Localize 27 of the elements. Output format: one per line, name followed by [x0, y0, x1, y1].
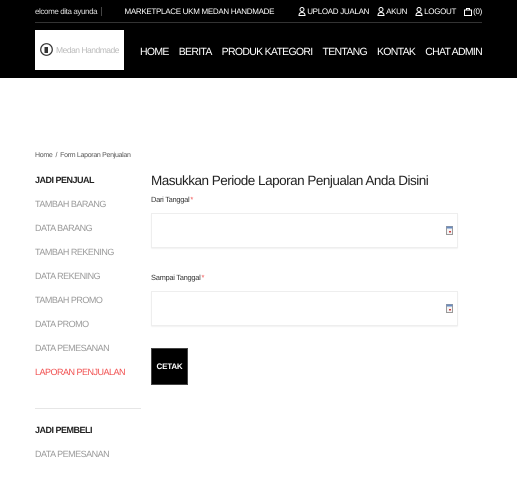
calendar-icon[interactable]	[446, 226, 453, 235]
sidebar-heading: JADI PEMBELI	[35, 425, 94, 437]
date-field[interactable]	[151, 291, 458, 326]
nav-link[interactable]: KONTAK	[377, 46, 416, 58]
nav-link[interactable]: HOME	[140, 46, 169, 58]
calendar-icon[interactable]	[446, 304, 453, 313]
nav-link[interactable]: CHAT ADMIN	[425, 46, 482, 58]
logo-text: Medan Handmade	[56, 44, 119, 54]
greeting-text: elcome dita ayunda	[35, 6, 102, 16]
nav-link[interactable]: BERITA	[178, 46, 212, 58]
date-field[interactable]	[151, 213, 458, 248]
user-icon	[415, 6, 424, 16]
sidebar-link[interactable]: LAPORAN PENJUALAN	[35, 367, 141, 391]
form-title: Masukkan Periode Laporan Penjualan Anda Disini	[151, 173, 430, 188]
top-link[interactable]: LOGOUT	[415, 6, 456, 16]
user-icon	[377, 6, 386, 16]
top-link[interactable]: AKUN	[377, 6, 408, 16]
top-link[interactable]: UPLOAD JUALAN	[298, 6, 370, 16]
nav-link[interactable]: PRODUK KATEGORI	[222, 46, 312, 58]
site-title: MARKETPLACE UKM MEDAN HANDMADE	[124, 6, 274, 16]
sidebar-heading: JADI PENJUAL	[35, 175, 96, 187]
bag-icon	[464, 6, 472, 16]
nav-link[interactable]: TENTANG	[322, 46, 367, 58]
logo-icon	[40, 43, 54, 56]
print-button[interactable]: CETAK	[151, 348, 188, 385]
user-icon	[298, 6, 306, 16]
top-link[interactable]: (0)	[464, 6, 482, 16]
